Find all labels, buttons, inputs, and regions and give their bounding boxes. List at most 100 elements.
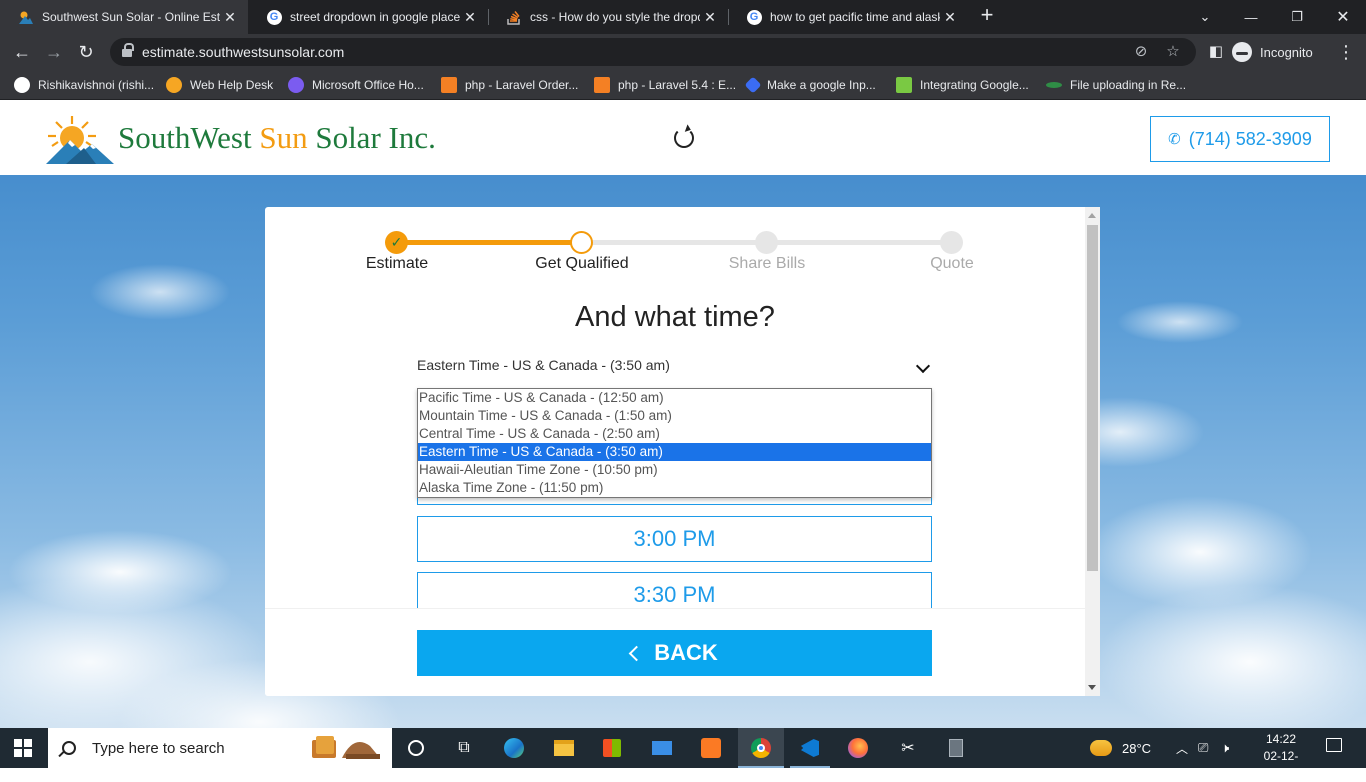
microsoft-store-icon[interactable] <box>598 734 626 762</box>
bookmark-label: Microsoft Office Ho... <box>312 78 424 92</box>
timezone-option[interactable]: Pacific Time - US & Canada - (12:50 am) <box>418 389 931 407</box>
weather-widget[interactable]: 28°C <box>1090 728 1151 768</box>
tab-title: Southwest Sun Solar - Online Esti <box>42 10 220 24</box>
close-tab-icon[interactable]: ✕ <box>220 9 240 26</box>
eye-slash-icon[interactable]: ⊘ <box>1132 43 1150 61</box>
card-scrollbar[interactable] <box>1085 207 1100 696</box>
search-placeholder: Type here to search <box>92 739 225 757</box>
temperature: 28°C <box>1122 740 1152 756</box>
windows-start-icon[interactable] <box>14 739 32 757</box>
company-logo[interactable] <box>44 114 116 166</box>
scroll-up-arrow-icon[interactable] <box>1088 213 1096 218</box>
bookmark-label: php - Laravel 5.4 : E... <box>618 78 737 92</box>
bookmark-item[interactable]: Make a google Inp... <box>744 76 876 94</box>
site-header: SouthWest Sun Solar Inc. ✆ (714) 582-390… <box>0 102 1366 175</box>
bookmark-item[interactable]: File uploading in Re... <box>1046 76 1186 94</box>
timezone-option[interactable]: Mountain Time - US & Canada - (1:50 am) <box>418 407 931 425</box>
stackoverflow-icon <box>594 77 610 93</box>
phone-number: (714) 582-3909 <box>1188 128 1312 149</box>
chevron-down-icon <box>915 358 931 374</box>
scroll-down-arrow-icon[interactable] <box>1088 685 1096 690</box>
close-tab-icon[interactable]: ✕ <box>700 9 720 26</box>
step-label-estimate: Estimate <box>365 255 429 272</box>
close-window-button[interactable]: ✕ <box>1320 0 1366 34</box>
incognito-indicator[interactable]: Incognito <box>1232 38 1313 66</box>
bookmark-item[interactable]: php - Laravel Order... <box>441 76 578 94</box>
timezone-dropdown-list[interactable]: Pacific Time - US & Canada - (12:50 am) … <box>417 388 932 498</box>
bookmark-label: Make a google Inp... <box>767 78 876 92</box>
tray-chevron-up-icon[interactable]: ︿ <box>1176 728 1188 768</box>
notification-icon[interactable] <box>1326 738 1342 752</box>
geeks-icon <box>1046 82 1062 88</box>
mail-icon[interactable] <box>648 734 676 762</box>
timezone-option-selected[interactable]: Eastern Time - US & Canada - (3:50 am) <box>418 443 931 461</box>
task-view-icon[interactable]: ⧉ <box>450 734 478 762</box>
tab-title: how to get pacific time and alaska <box>770 10 940 24</box>
step-dot-share-bills <box>755 231 778 254</box>
forward-arrow-icon[interactable]: → <box>42 40 66 64</box>
tab-title: street dropdown in google place <box>290 10 460 24</box>
bookmark-label: Integrating Google... <box>920 78 1029 92</box>
back-arrow-icon[interactable]: ← <box>10 40 34 64</box>
xampp-icon[interactable] <box>697 734 725 762</box>
timezone-select[interactable]: Eastern Time - US & Canada - (3:50 am) <box>417 357 932 383</box>
timezone-selected-value: Eastern Time - US & Canada - (3:50 am) <box>417 357 670 373</box>
minimize-button[interactable]: — <box>1228 0 1274 34</box>
browser-toolbar: ← → ↻ estimate.southwestsunsolar.com ⊘ ☆… <box>0 34 1366 70</box>
tab-southwest-sun-solar[interactable]: Southwest Sun Solar - Online Esti ✕ <box>0 0 248 34</box>
tab-css-dropdown[interactable]: css - How do you style the dropd ✕ <box>488 0 728 34</box>
step-dot-estimate: ✓ <box>385 231 408 254</box>
close-tab-icon[interactable]: ✕ <box>940 9 960 26</box>
bookmark-label: File uploading in Re... <box>1070 78 1187 92</box>
vscode-icon[interactable] <box>796 734 824 762</box>
question-heading: And what time? <box>575 301 775 333</box>
time-slot-button[interactable]: 3:00 PM <box>417 516 932 562</box>
bookmark-item[interactable]: Rishikavishnoi (rishi... <box>14 76 154 94</box>
new-tab-button[interactable]: + <box>976 4 998 27</box>
progress-track-done <box>397 240 582 245</box>
github-icon <box>14 77 30 93</box>
volume-muted-icon[interactable]: 🕨 <box>1221 728 1229 768</box>
sidebar-icon[interactable]: ◧ <box>1204 40 1228 64</box>
snipping-tool-icon[interactable]: ✂ <box>894 734 922 762</box>
restore-button[interactable]: ❐ <box>1274 0 1320 34</box>
file-explorer-icon[interactable] <box>550 734 578 762</box>
bookmark-item[interactable]: Microsoft Office Ho... <box>288 76 424 94</box>
bookmark-label: Rishikavishnoi (rishi... <box>38 78 155 92</box>
taskbar-search-box[interactable]: Type here to search <box>48 728 392 768</box>
tab-title: css - How do you style the dropd <box>530 10 700 24</box>
time-slot-label: 3:00 PM <box>633 526 716 551</box>
google-icon: G <box>266 9 282 25</box>
timezone-option[interactable]: Hawaii-Aleutian Time Zone - (10:50 pm) <box>418 461 931 479</box>
star-icon[interactable]: ☆ <box>1164 43 1182 61</box>
calculator-icon[interactable] <box>942 734 970 762</box>
bookmark-item[interactable]: Web Help Desk <box>166 76 273 94</box>
edge-icon[interactable] <box>500 734 528 762</box>
timezone-option[interactable]: Central Time - US & Canada - (2:50 am) <box>418 425 931 443</box>
close-tab-icon[interactable]: ✕ <box>460 9 480 26</box>
phone-button[interactable]: ✆ (714) 582-3909 <box>1150 116 1330 162</box>
back-button[interactable]: BACK <box>417 630 932 676</box>
office-icon <box>288 77 304 93</box>
address-bar[interactable]: estimate.southwestsunsolar.com ⊘ ☆ <box>110 38 1196 66</box>
bookmark-label: php - Laravel Order... <box>465 78 579 92</box>
chrome-icon[interactable] <box>747 734 775 762</box>
lock-icon[interactable] <box>122 43 134 58</box>
network-icon[interactable]: ⎚ <box>1198 728 1208 768</box>
bookmark-item[interactable]: Integrating Google... <box>896 76 1029 94</box>
reload-icon[interactable]: ↻ <box>74 40 98 64</box>
tab-pacific-time[interactable]: G how to get pacific time and alaska ✕ <box>728 0 968 34</box>
google-icon: G <box>746 9 762 25</box>
bookmark-item[interactable]: php - Laravel 5.4 : E... <box>594 76 736 94</box>
tab-search-icon[interactable]: ⌄ <box>1182 0 1228 34</box>
tab-street-dropdown[interactable]: G street dropdown in google place ✕ <box>248 0 488 34</box>
firefox-icon[interactable] <box>844 734 872 762</box>
step-label-get-qualified: Get Qualified <box>535 255 629 272</box>
diamond-icon <box>744 76 762 94</box>
timezone-option[interactable]: Alaska Time Zone - (11:50 pm) <box>418 479 931 497</box>
taskbar-clock[interactable]: 14:22 02-12-2022 <box>1252 731 1310 782</box>
integrating-icon <box>896 77 912 93</box>
cortana-icon[interactable] <box>402 734 430 762</box>
menu-dots-icon[interactable]: ⋮ <box>1334 40 1358 64</box>
scrollbar-thumb[interactable] <box>1087 225 1098 571</box>
